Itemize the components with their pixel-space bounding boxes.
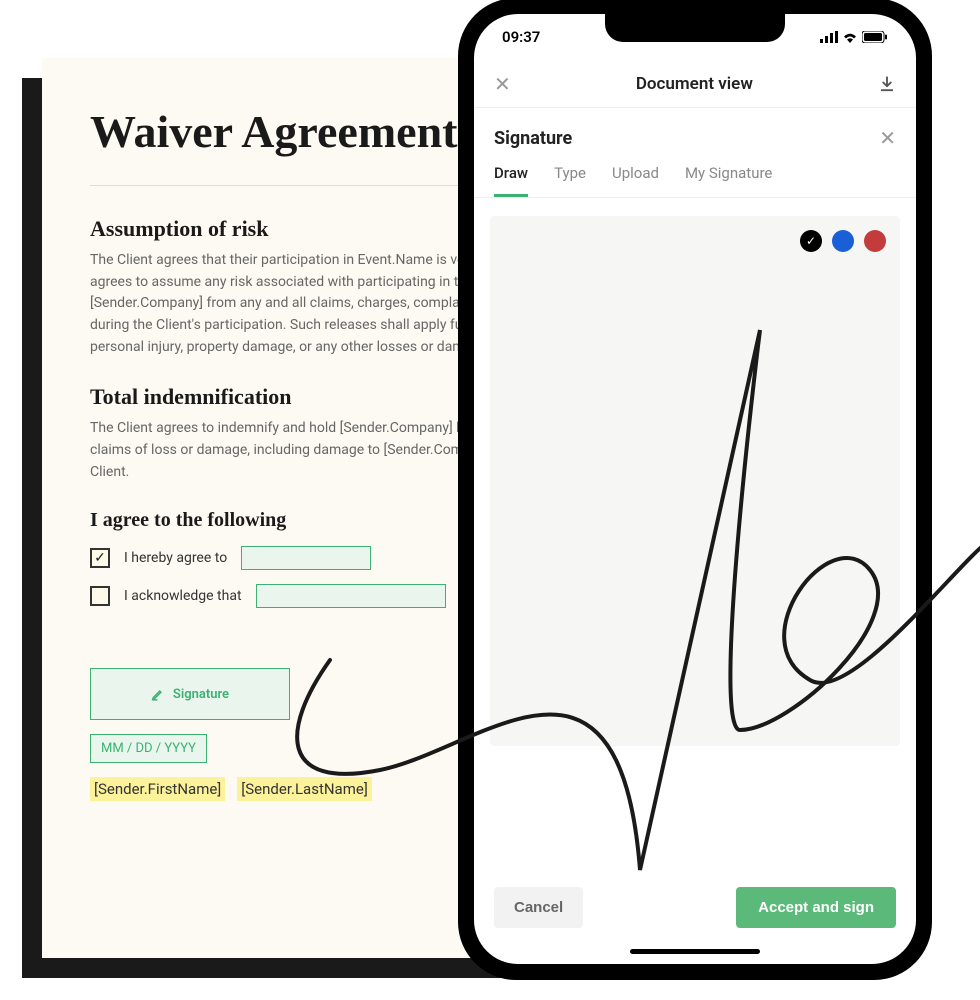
action-bar: Cancel Accept and sign bbox=[474, 887, 916, 928]
signature-button[interactable]: Signature bbox=[90, 668, 290, 720]
agree-label-1: I hereby agree to bbox=[124, 550, 227, 566]
home-indicator bbox=[630, 949, 760, 954]
status-icons bbox=[820, 31, 888, 43]
pen-icon bbox=[151, 687, 165, 701]
color-red[interactable] bbox=[864, 230, 886, 252]
tab-draw[interactable]: Draw bbox=[494, 164, 528, 197]
close-icon[interactable]: ✕ bbox=[494, 72, 511, 96]
signature-title: Signature bbox=[494, 128, 572, 149]
token-firstname: [Sender.FirstName] bbox=[90, 777, 225, 801]
cancel-button[interactable]: Cancel bbox=[494, 887, 583, 928]
status-time: 09:37 bbox=[502, 28, 540, 46]
signature-close-icon[interactable]: ✕ bbox=[879, 126, 896, 150]
token-lastname: [Sender.LastName] bbox=[237, 777, 372, 801]
phone-frame: 09:37 ✕ Document view Signature ✕ Draw T… bbox=[460, 0, 930, 978]
date-field[interactable]: MM / DD / YYYY bbox=[90, 734, 207, 763]
wifi-icon bbox=[842, 31, 858, 43]
accept-button[interactable]: Accept and sign bbox=[736, 887, 896, 928]
signature-button-label: Signature bbox=[173, 687, 229, 702]
signature-header: Signature ✕ bbox=[474, 108, 916, 150]
phone-notch bbox=[605, 14, 785, 42]
agree-label-2: I acknowledge that bbox=[124, 588, 242, 604]
download-icon[interactable] bbox=[878, 75, 896, 93]
color-picker bbox=[800, 230, 886, 252]
app-header: ✕ Document view bbox=[474, 60, 916, 108]
agree-slot-1[interactable] bbox=[241, 546, 371, 570]
checkbox-2[interactable] bbox=[90, 586, 110, 606]
battery-icon bbox=[862, 31, 888, 43]
color-black[interactable] bbox=[800, 230, 822, 252]
tab-type[interactable]: Type bbox=[554, 164, 586, 197]
cellular-icon bbox=[820, 31, 838, 43]
checkbox-1[interactable]: ✓ bbox=[90, 548, 110, 568]
signature-canvas[interactable] bbox=[490, 216, 900, 746]
header-title: Document view bbox=[636, 74, 753, 94]
tab-my-signature[interactable]: My Signature bbox=[685, 164, 772, 197]
tab-upload[interactable]: Upload bbox=[612, 164, 659, 197]
color-blue[interactable] bbox=[832, 230, 854, 252]
agree-slot-2[interactable] bbox=[256, 584, 446, 608]
phone-screen: 09:37 ✕ Document view Signature ✕ Draw T… bbox=[474, 14, 916, 964]
check-icon: ✓ bbox=[94, 550, 106, 566]
signature-tabs: Draw Type Upload My Signature bbox=[474, 150, 916, 198]
